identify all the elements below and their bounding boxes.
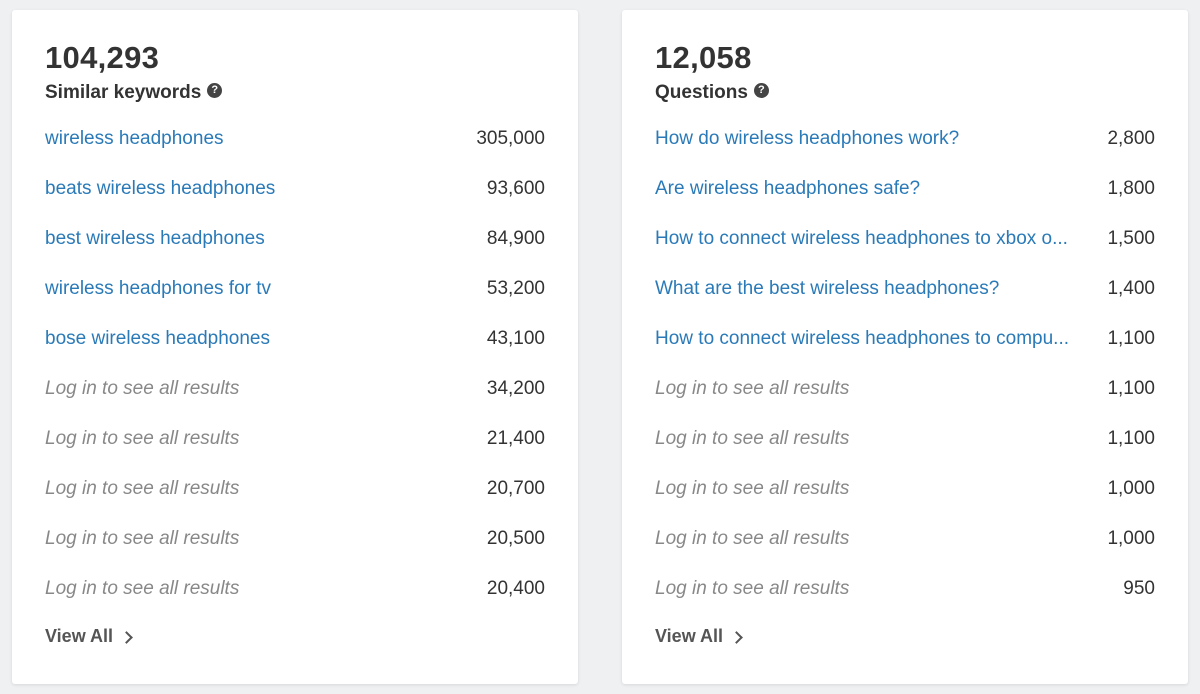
similar-keywords-count: 104,293: [45, 40, 160, 75]
locked-result-text: Log in to see all results: [45, 528, 240, 549]
locked-result-text: Log in to see all results: [655, 578, 850, 599]
search-volume: 2,800: [1107, 128, 1155, 149]
search-volume: 20,700: [486, 478, 545, 499]
keyword-link[interactable]: best wireless headphones: [45, 228, 265, 250]
question-link[interactable]: Are wireless headphones safe?: [655, 178, 920, 200]
chevron-right-icon: [730, 630, 743, 644]
view-all-label: View All: [45, 626, 114, 646]
search-volume: 84,900: [486, 228, 545, 249]
questions-label: Questions: [655, 82, 748, 103]
search-volume: 1,500: [1107, 228, 1155, 249]
question-circle-icon[interactable]: ?: [207, 82, 223, 98]
search-volume: 1,100: [1107, 428, 1155, 449]
list-item: wireless headphones for tv 53,200: [45, 264, 545, 314]
list-item: Log in to see all results 21,400: [45, 414, 545, 464]
search-volume: 1,400: [1107, 278, 1155, 299]
keyword-link[interactable]: wireless headphones for tv: [45, 278, 271, 300]
question-link[interactable]: What are the best wireless headphones?: [655, 278, 999, 300]
locked-result-text: Log in to see all results: [45, 478, 240, 499]
list-item: Log in to see all results 1,100: [655, 364, 1155, 414]
search-volume: 20,400: [486, 578, 545, 599]
list-item: Log in to see all results 34,200: [45, 364, 545, 414]
similar-keywords-header: Similar keywords ?: [45, 82, 223, 104]
locked-result-text: Log in to see all results: [45, 378, 240, 399]
list-item: best wireless headphones 84,900: [45, 214, 545, 264]
locked-result-text: Log in to see all results: [45, 428, 240, 449]
search-volume: 1,100: [1107, 378, 1155, 399]
list-item: beats wireless headphones 93,600: [45, 164, 545, 214]
similar-keywords-list: wireless headphones 305,000 beats wirele…: [45, 114, 545, 614]
keyword-link[interactable]: wireless headphones: [45, 128, 224, 150]
view-all-label: View All: [655, 626, 724, 646]
list-item: How to connect wireless headphones to co…: [655, 314, 1155, 364]
list-item: Log in to see all results 20,400: [45, 564, 545, 614]
question-circle-icon[interactable]: ?: [753, 82, 769, 98]
locked-result-text: Log in to see all results: [45, 578, 240, 599]
page: 104,293 Similar keywords ? wireless head…: [0, 0, 1200, 694]
search-volume: 1,000: [1107, 478, 1155, 499]
locked-result-text: Log in to see all results: [655, 478, 850, 499]
question-link[interactable]: How do wireless headphones work?: [655, 128, 959, 150]
question-link[interactable]: How to connect wireless headphones to xb…: [655, 228, 1068, 250]
list-item: How do wireless headphones work? 2,800: [655, 114, 1155, 164]
list-item: Log in to see all results 950: [655, 564, 1155, 614]
search-volume: 34,200: [486, 378, 545, 399]
questions-list: How do wireless headphones work? 2,800 A…: [655, 114, 1155, 614]
view-all-questions-link[interactable]: View All: [655, 626, 743, 647]
similar-keywords-label: Similar keywords: [45, 82, 202, 103]
search-volume: 43,100: [486, 328, 545, 349]
list-item: Log in to see all results 20,500: [45, 514, 545, 564]
search-volume: 950: [1123, 578, 1155, 599]
locked-result-text: Log in to see all results: [655, 528, 850, 549]
locked-result-text: Log in to see all results: [655, 378, 850, 399]
questions-header: Questions ?: [655, 82, 769, 104]
keyword-link[interactable]: beats wireless headphones: [45, 178, 275, 200]
list-item: bose wireless headphones 43,100: [45, 314, 545, 364]
keyword-link[interactable]: bose wireless headphones: [45, 328, 270, 350]
questions-card: 12,058 Questions ? How do wireless headp…: [622, 10, 1188, 684]
search-volume: 1,000: [1107, 528, 1155, 549]
list-item: Log in to see all results 20,700: [45, 464, 545, 514]
search-volume: 93,600: [486, 178, 545, 199]
list-item: Log in to see all results 1,000: [655, 464, 1155, 514]
questions-count: 12,058: [655, 40, 752, 75]
search-volume: 1,100: [1107, 328, 1155, 349]
list-item: Log in to see all results 1,100: [655, 414, 1155, 464]
question-link[interactable]: How to connect wireless headphones to co…: [655, 328, 1069, 350]
list-item: Log in to see all results 1,000: [655, 514, 1155, 564]
similar-keywords-card: 104,293 Similar keywords ? wireless head…: [12, 10, 578, 684]
list-item: How to connect wireless headphones to xb…: [655, 214, 1155, 264]
search-volume: 21,400: [486, 428, 545, 449]
search-volume: 1,800: [1107, 178, 1155, 199]
list-item: wireless headphones 305,000: [45, 114, 545, 164]
list-item: What are the best wireless headphones? 1…: [655, 264, 1155, 314]
search-volume: 305,000: [476, 128, 545, 149]
search-volume: 20,500: [486, 528, 545, 549]
view-all-similar-keywords-link[interactable]: View All: [45, 626, 133, 647]
search-volume: 53,200: [486, 278, 545, 299]
list-item: Are wireless headphones safe? 1,800: [655, 164, 1155, 214]
chevron-right-icon: [120, 630, 133, 644]
locked-result-text: Log in to see all results: [655, 428, 850, 449]
